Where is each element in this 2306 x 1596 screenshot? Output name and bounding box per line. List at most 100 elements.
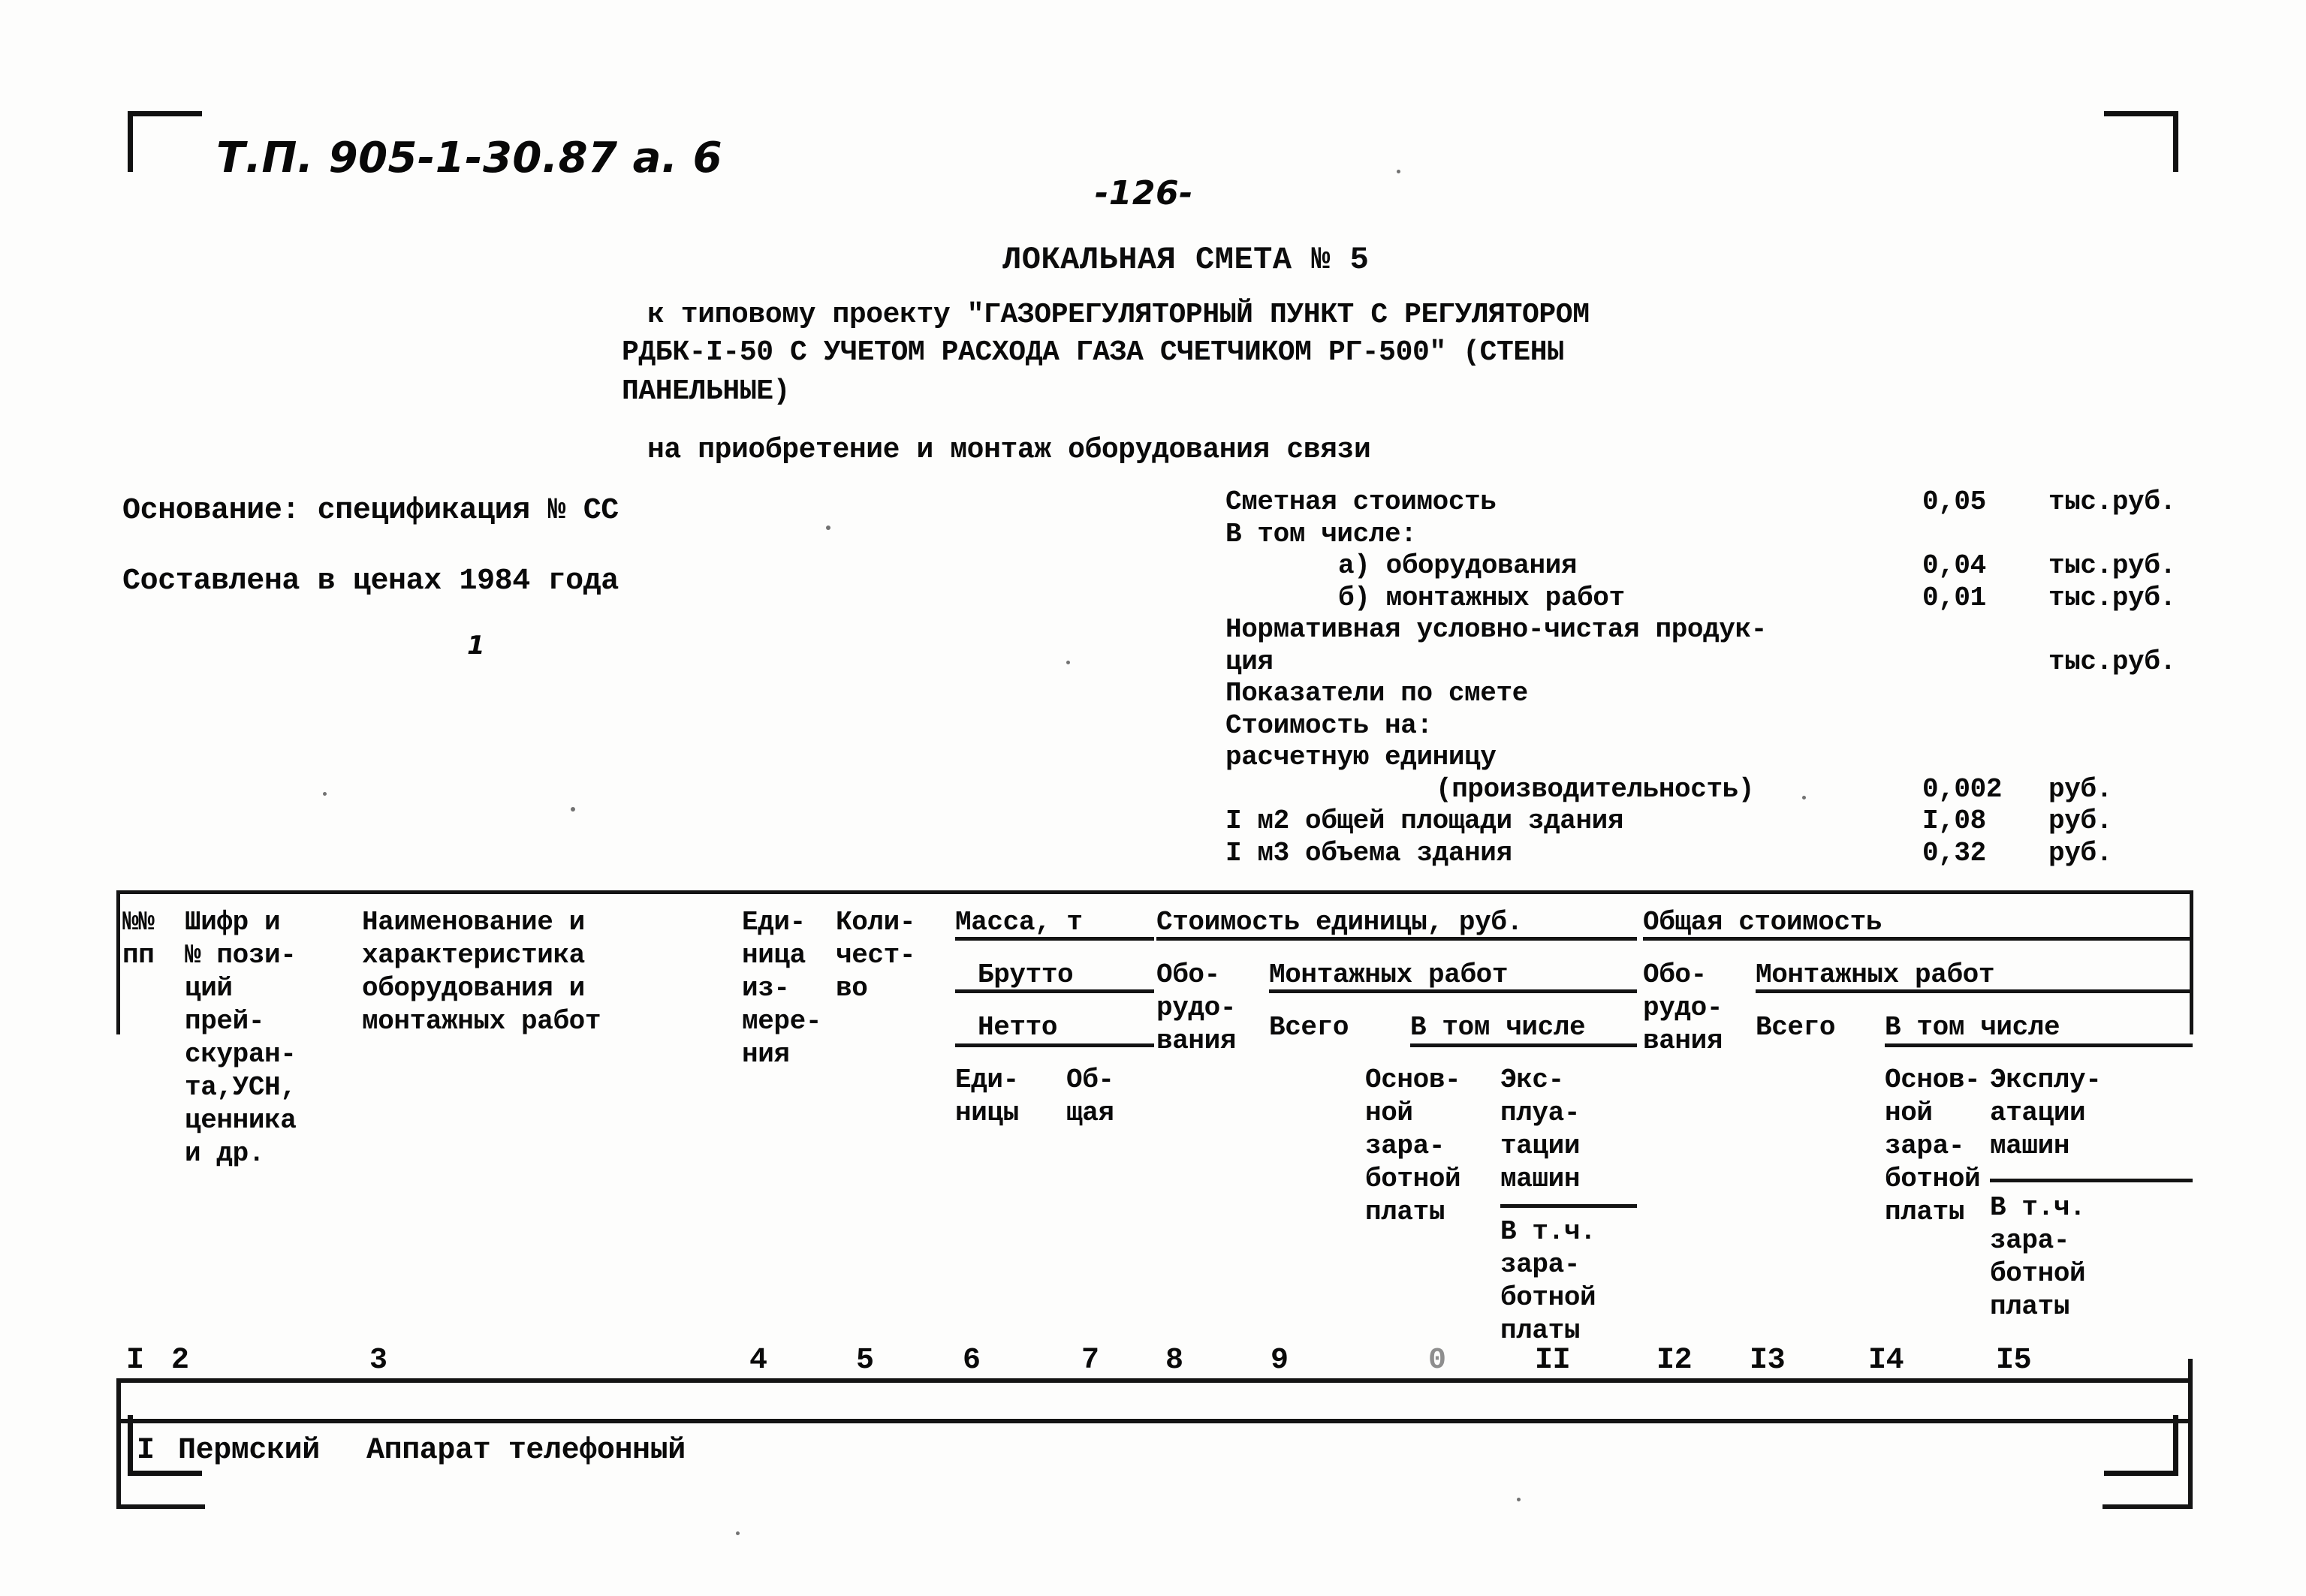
header-total-machines-line-3: машин bbox=[1990, 1131, 2070, 1161]
table-border-left-body bbox=[116, 1419, 121, 1507]
summary-label-1: Сметная стоимость bbox=[1225, 486, 1497, 517]
header-unit-cost-group: Стоимость единицы, руб. bbox=[1156, 907, 1523, 938]
header-total-total: Всего bbox=[1756, 1012, 1836, 1043]
header-mass-total-line-1: Об- bbox=[1066, 1065, 1114, 1095]
row-1-num: I bbox=[137, 1434, 155, 1468]
header-mass-group: Масса, т bbox=[955, 907, 1083, 938]
header-unit-basic-wage-line-1: Основ- bbox=[1365, 1065, 1461, 1095]
header-col3-line-4: монтажных работ bbox=[362, 1006, 601, 1037]
colnum-border-right bbox=[2188, 1359, 2193, 1423]
column-number-13: I3 bbox=[1750, 1344, 1786, 1378]
header-unit-machines-incl-line-4: платы bbox=[1500, 1315, 1581, 1346]
header-mass-gross: Брутто bbox=[978, 959, 1074, 990]
column-number-12: I2 bbox=[1656, 1344, 1693, 1378]
column-number-bottom-rule bbox=[116, 1419, 2193, 1423]
header-unit-machines-incl-line-2: зара- bbox=[1500, 1249, 1581, 1280]
header-col5-line-3: во bbox=[836, 973, 868, 1004]
summary-unit-1: тыс.руб. bbox=[2048, 486, 2176, 517]
header-total-basic-wage-line-3: зара- bbox=[1885, 1131, 1965, 1161]
header-unit-machines-incl-line-1: В т.ч. bbox=[1500, 1216, 1596, 1247]
header-unit-machines-line-4: машин bbox=[1500, 1164, 1581, 1194]
summary-unit-3: тыс.руб. bbox=[2048, 550, 2176, 581]
header-total-machines-incl-line-1: В т.ч. bbox=[1990, 1192, 2086, 1223]
summary-value-12: 0,32 bbox=[1922, 837, 1986, 869]
header-mass-unit-line-1: Еди- bbox=[955, 1065, 1019, 1095]
row-1-code: Пермский bbox=[178, 1434, 320, 1468]
column-number-8: 8 bbox=[1165, 1344, 1183, 1378]
stray-pen-mark: 1 bbox=[467, 631, 486, 661]
table-top-rule bbox=[116, 890, 2193, 894]
header-total-basic-wage-line-4: ботной bbox=[1885, 1164, 1981, 1194]
summary-label-8: Стоимость на: bbox=[1225, 709, 1433, 741]
scan-speckle bbox=[571, 807, 575, 812]
header-col3-line-1: Наименование и bbox=[362, 907, 585, 938]
header-col2-line-4: прей- bbox=[185, 1006, 265, 1037]
column-number-top-rule bbox=[116, 1378, 2193, 1383]
header-col2-line-6: та,УСН, bbox=[185, 1072, 297, 1103]
header-total-install-group: Монтажных работ bbox=[1756, 959, 1995, 990]
header-col5-line-1: Коли- bbox=[836, 907, 916, 938]
header-unit-total: Всего bbox=[1269, 1012, 1349, 1043]
summary-unit-12: руб. bbox=[2048, 837, 2112, 869]
header-unit-equipment-line-2: рудо- bbox=[1156, 992, 1237, 1023]
column-number-1: I bbox=[126, 1344, 144, 1378]
summary-unit-11: руб. bbox=[2048, 806, 2112, 836]
header-total-incl: В том числе bbox=[1885, 1012, 2060, 1043]
header-unit-equipment-line-3: вания bbox=[1156, 1025, 1237, 1056]
project-line-1: к типовому проекту "ГАЗОРЕГУЛЯТОРНЫЙ ПУН… bbox=[647, 299, 1590, 331]
header-total-cost-group: Общая стоимость bbox=[1643, 907, 1882, 938]
header-col2-line-3: ций bbox=[185, 973, 233, 1004]
summary-value-10: 0,002 bbox=[1922, 773, 2003, 805]
header-unit-install-group: Монтажных работ bbox=[1269, 959, 1509, 990]
prices-line: Составлена в ценах 1984 года bbox=[122, 565, 619, 598]
mass-net-rule bbox=[955, 1043, 1154, 1047]
unit-machines-rule bbox=[1500, 1204, 1637, 1208]
scan-speckle bbox=[1397, 170, 1400, 173]
column-number-5: 5 bbox=[856, 1344, 874, 1378]
table-bottom-stub-rule bbox=[116, 1504, 205, 1509]
header-total-basic-wage-line-2: ной bbox=[1885, 1098, 1933, 1128]
column-number-15: I5 bbox=[1996, 1344, 2032, 1378]
corner-mark-top-right bbox=[2104, 111, 2178, 172]
scan-speckle bbox=[1802, 796, 1806, 800]
header-total-basic-wage-line-5: платы bbox=[1885, 1197, 1965, 1227]
summary-label-6: ция bbox=[1225, 646, 1274, 677]
column-number-9: 9 bbox=[1271, 1344, 1289, 1378]
header-col3-line-3: оборудования и bbox=[362, 973, 585, 1004]
header-total-machines-incl-line-2: зара- bbox=[1990, 1225, 2070, 1256]
header-mass-unit-line-2: ницы bbox=[955, 1098, 1019, 1128]
header-col1-line-1: №№ bbox=[122, 907, 155, 938]
header-unit-machines-line-3: тации bbox=[1500, 1131, 1581, 1161]
summary-label-2: В том числе: bbox=[1225, 518, 1417, 550]
header-unit-basic-wage-line-2: ной bbox=[1365, 1098, 1413, 1128]
header-unit-basic-wage-line-4: ботной bbox=[1365, 1164, 1461, 1194]
header-col5-line-2: чест- bbox=[836, 940, 916, 971]
header-unit-machines-line-2: плуа- bbox=[1500, 1098, 1581, 1128]
summary-unit-6: тыс.руб. bbox=[2048, 646, 2176, 677]
header-unit-machines-incl-line-3: ботной bbox=[1500, 1282, 1596, 1313]
summary-value-3: 0,04 bbox=[1922, 550, 1986, 581]
total-incl-rule bbox=[1885, 1043, 2193, 1047]
header-total-equipment-line-2: рудо- bbox=[1643, 992, 1723, 1023]
summary-value-4: 0,01 bbox=[1922, 582, 1986, 613]
column-number-7: 7 bbox=[1081, 1344, 1099, 1378]
header-total-equipment-line-3: вания bbox=[1643, 1025, 1723, 1056]
page-number: -126- bbox=[1095, 174, 1193, 212]
header-unit-basic-wage-line-5: платы bbox=[1365, 1197, 1445, 1227]
header-col2-line-8: и др. bbox=[185, 1138, 265, 1169]
column-number-3: 3 bbox=[369, 1344, 387, 1378]
summary-label-10: (производительность) bbox=[1436, 773, 1755, 805]
table-border-left-top bbox=[116, 890, 120, 1034]
row-1-name: Аппарат телефонный bbox=[366, 1434, 686, 1468]
header-col4-line-3: из- bbox=[742, 973, 790, 1004]
summary-label-7: Показатели по смете bbox=[1225, 678, 1528, 709]
corner-mark-bottom-right bbox=[2104, 1415, 2178, 1476]
scan-speckle bbox=[1517, 1498, 1521, 1501]
summary-label-11: I м2 общей площади здания bbox=[1225, 806, 1624, 836]
header-unit-equipment-line-1: Обо- bbox=[1156, 959, 1220, 990]
header-col4-line-5: ния bbox=[742, 1039, 790, 1070]
document-subtitle: на приобретение и монтаж оборудования св… bbox=[647, 434, 1371, 466]
summary-label-4: б) монтажных работ bbox=[1338, 582, 1625, 613]
header-unit-machines-line-1: Экс- bbox=[1500, 1065, 1564, 1095]
header-mass-total-line-2: щая bbox=[1066, 1098, 1114, 1128]
